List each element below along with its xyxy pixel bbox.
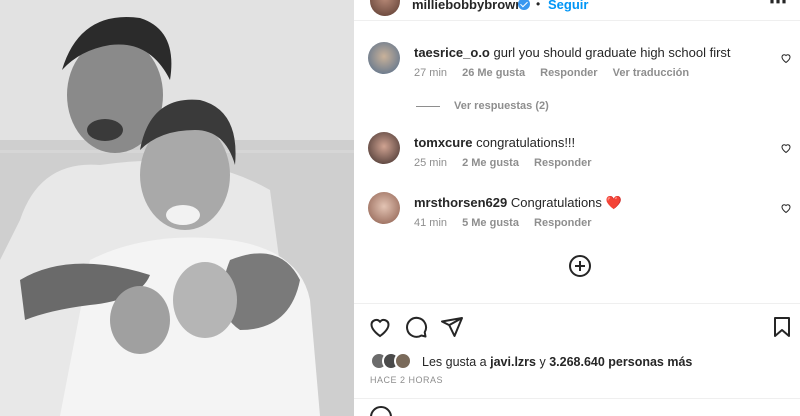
comment-text: Congratulations — [510, 195, 602, 210]
comment-text: congratulations!!! — [476, 135, 576, 150]
commenter-avatar[interactable] — [368, 192, 400, 224]
post-timestamp[interactable]: HACE 2 HORAS — [370, 375, 443, 385]
post-actions-bar — [354, 310, 800, 340]
share-icon[interactable] — [440, 315, 464, 339]
follow-button[interactable]: Seguir — [548, 0, 588, 12]
more-options-icon[interactable]: ⋯ — [769, 0, 788, 13]
likes-count[interactable]: 3.268.640 personas más — [549, 355, 692, 369]
comment-likes[interactable]: 26 Me gusta — [462, 67, 525, 79]
reply-button[interactable]: Responder — [534, 157, 591, 169]
plus-circle-icon[interactable] — [568, 254, 592, 278]
heart-icon[interactable] — [780, 52, 792, 64]
comment-meta: 41 min 5 Me gusta Responder — [414, 217, 603, 229]
comment-time: 27 min — [414, 67, 448, 79]
translate-button[interactable]: Ver traducción — [613, 67, 689, 79]
view-replies-toggle[interactable]: Ver respuestas (2) — [416, 100, 549, 112]
separator-dot: • — [536, 0, 541, 11]
liker-username[interactable]: javi.lzrs — [490, 355, 536, 369]
comment-username[interactable]: mrsthorsen629 — [414, 195, 507, 210]
post-detail-panel: milliebobbybrown • Seguir ⋯ taesrice_o.o… — [354, 0, 800, 416]
comment-time: 41 min — [414, 217, 448, 229]
reply-button[interactable]: Responder — [534, 217, 591, 229]
liker-avatar — [394, 352, 412, 370]
comment-time: 25 min — [414, 157, 448, 169]
replies-rule — [416, 105, 440, 107]
red-heart-emoji: ❤️ — [605, 195, 622, 210]
comment-text-line: tomxcure congratulations!!! — [414, 135, 575, 150]
comment-item: taesrice_o.o gurl you should graduate hi… — [354, 42, 800, 92]
heart-icon[interactable] — [368, 315, 392, 339]
comment-item: tomxcure congratulations!!! 25 min 2 Me … — [354, 132, 800, 182]
commenter-avatar[interactable] — [368, 42, 400, 74]
actions-divider — [354, 303, 800, 304]
reply-button[interactable]: Responder — [540, 67, 597, 79]
couple-photo-image — [0, 0, 354, 416]
comment-meta: 27 min 26 Me gusta Responder Ver traducc… — [414, 67, 701, 79]
comment-likes[interactable]: 5 Me gusta — [462, 217, 519, 229]
comment-item: mrsthorsen629 Congratulations ❤️ 41 min … — [354, 192, 800, 242]
header-divider — [354, 20, 800, 21]
likes-connector: y — [539, 355, 546, 369]
post-photo[interactable] — [0, 0, 354, 416]
likes-text[interactable]: Les gusta a javi.lzrs y 3.268.640 person… — [422, 355, 692, 369]
comment-text-line: mrsthorsen629 Congratulations ❤️ — [414, 195, 622, 211]
comment-username[interactable]: tomxcure — [414, 135, 473, 150]
commenter-avatar[interactable] — [368, 132, 400, 164]
verified-badge-icon — [518, 0, 530, 10]
heart-icon[interactable] — [780, 202, 792, 214]
bottom-divider — [354, 398, 800, 399]
likes-summary: Les gusta a javi.lzrs y 3.268.640 person… — [370, 350, 790, 374]
comment-username[interactable]: taesrice_o.o — [414, 45, 490, 60]
comment-icon[interactable] — [404, 315, 428, 339]
comment-meta: 25 min 2 Me gusta Responder — [414, 157, 603, 169]
likes-prefix: Les gusta a — [422, 355, 487, 369]
post-header: milliebobbybrown • Seguir ⋯ — [354, 0, 800, 20]
bookmark-icon[interactable] — [770, 315, 794, 339]
heart-icon[interactable] — [780, 142, 792, 154]
author-username[interactable]: milliebobbybrown — [412, 0, 523, 12]
comment-text: gurl you should graduate high school fir… — [493, 45, 731, 60]
view-replies-label: Ver respuestas (2) — [454, 100, 549, 112]
emoji-icon[interactable] — [370, 406, 392, 416]
author-avatar[interactable] — [370, 0, 400, 16]
comment-likes[interactable]: 2 Me gusta — [462, 157, 519, 169]
comment-text-line: taesrice_o.o gurl you should graduate hi… — [414, 45, 731, 60]
